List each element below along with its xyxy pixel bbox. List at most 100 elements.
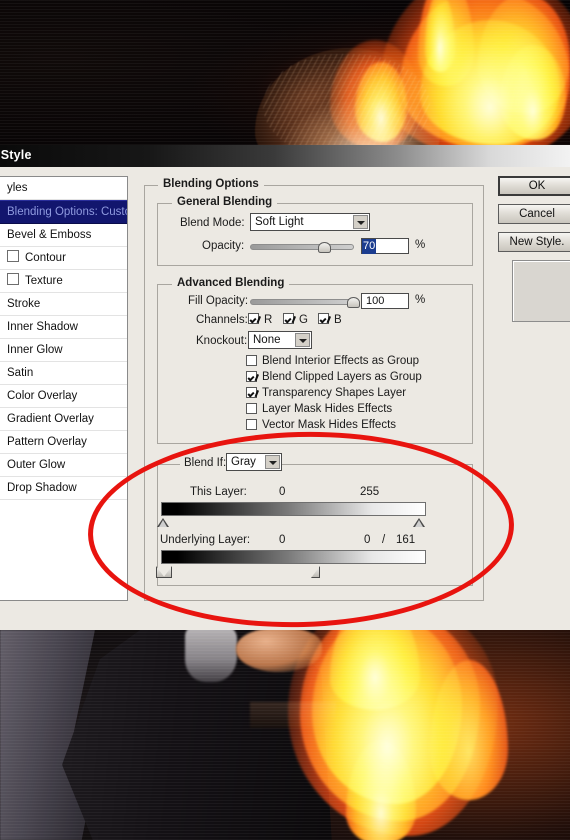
opacity-value: 70: [362, 239, 377, 254]
styles-list[interactable]: yles Blending Options: Custom Bevel & Em…: [0, 176, 128, 601]
channel-b-label: B: [334, 314, 342, 326]
screenshot-root: r Style yles Blending Options: Custom Be…: [0, 0, 570, 840]
knockout-label: Knockout:: [196, 335, 248, 347]
underlying-layer-label: Underlying Layer:: [160, 534, 251, 546]
this-layer-black-slider[interactable]: [157, 518, 169, 527]
blend-clipped-layers-label: Blend Clipped Layers as Group: [262, 371, 422, 383]
transparency-shapes-layer-checkbox[interactable]: [246, 387, 257, 398]
blend-mode-select[interactable]: Soft Light: [250, 213, 370, 231]
sidebar-item-pattern-overlay[interactable]: Pattern Overlay: [0, 431, 127, 454]
layer-mask-hides-effects-checkbox[interactable]: [246, 403, 257, 414]
underlying-layer-max-right: 161: [396, 534, 416, 546]
sidebar-item-label: Inner Shadow: [7, 321, 78, 333]
sidebar-item-label: Satin: [7, 367, 34, 379]
contour-checkbox[interactable]: [7, 250, 19, 262]
blend-if-label: Blend If:: [180, 457, 231, 469]
underlying-layer-max-left: 0: [364, 534, 371, 546]
layer-style-dialog: r Style yles Blending Options: Custom Be…: [0, 145, 570, 630]
channel-r-checkbox[interactable]: [248, 313, 259, 324]
dialog-button-column: OK Cancel New Style. Preview: [498, 176, 570, 601]
this-layer-ramp[interactable]: [161, 502, 426, 516]
opacity-label: Opacity:: [202, 240, 245, 252]
new-style-button[interactable]: New Style.: [498, 232, 570, 252]
sidebar-item-texture[interactable]: Texture: [0, 270, 127, 293]
blend-if-select[interactable]: Gray: [226, 453, 282, 471]
channel-g-label: G: [299, 314, 308, 326]
this-layer-max: 255: [360, 486, 380, 498]
fill-opacity-value: 100: [366, 295, 385, 307]
opacity-input[interactable]: 70: [361, 238, 409, 254]
underlying-layer-ramp[interactable]: [161, 550, 426, 564]
chevron-down-icon[interactable]: [265, 455, 280, 469]
sidebar-item-styles[interactable]: yles: [0, 177, 127, 200]
this-layer-label: This Layer:: [190, 486, 247, 498]
sidebar-item-gradient-overlay[interactable]: Gradient Overlay: [0, 408, 127, 431]
fill-opacity-unit: %: [415, 294, 426, 306]
dialog-title: r Style: [0, 148, 32, 162]
sidebar-item-label: Inner Glow: [7, 344, 63, 356]
sidebar-item-label: Drop Shadow: [7, 482, 77, 494]
vector-mask-hides-effects-label: Vector Mask Hides Effects: [262, 419, 397, 431]
sidebar-item-blending-options[interactable]: Blending Options: Custom: [0, 200, 127, 224]
dialog-titlebar: r Style: [0, 145, 570, 167]
sidebar-item-label: Pattern Overlay: [7, 436, 87, 448]
sidebar-item-label: Blending Options: Custom: [7, 206, 127, 218]
general-blending-legend: General Blending: [172, 196, 278, 208]
vector-mask-hides-effects-checkbox[interactable]: [246, 419, 257, 430]
blend-mode-value: Soft Light: [255, 216, 304, 228]
fill-opacity-slider[interactable]: [250, 299, 354, 305]
preview-thumbnail: [512, 260, 570, 322]
bottom-photo-man-with-burning-arm: [0, 630, 570, 840]
blending-options-panel: Blending Options General Blending Blend …: [144, 176, 490, 601]
knockout-select[interactable]: None: [248, 331, 312, 349]
ok-button[interactable]: OK: [498, 176, 570, 196]
this-layer-min: 0: [279, 486, 286, 498]
sidebar-item-satin[interactable]: Satin: [0, 362, 127, 385]
fill-opacity-slider-thumb[interactable]: [347, 297, 360, 308]
top-photo-man-with-flames: [0, 0, 570, 145]
channel-b-checkbox[interactable]: [318, 313, 329, 324]
knockout-value: None: [253, 334, 281, 346]
fill-opacity-input[interactable]: 100: [361, 293, 409, 309]
sidebar-item-outer-glow[interactable]: Outer Glow: [0, 454, 127, 477]
sidebar-item-contour[interactable]: Contour: [0, 247, 127, 270]
opacity-unit: %: [415, 239, 426, 251]
underlying-layer-min: 0: [279, 534, 286, 546]
blend-clipped-layers-checkbox[interactable]: [246, 371, 257, 382]
opacity-slider[interactable]: [250, 244, 354, 250]
cancel-button[interactable]: Cancel: [498, 204, 570, 224]
channel-r-label: R: [264, 314, 273, 326]
sidebar-item-stroke[interactable]: Stroke: [0, 293, 127, 316]
sidebar-item-label: Contour: [25, 252, 66, 264]
blend-mode-label: Blend Mode:: [180, 217, 245, 229]
channel-g-checkbox[interactable]: [283, 313, 294, 324]
blend-interior-effects-label: Blend Interior Effects as Group: [262, 355, 420, 367]
layer-mask-hides-effects-label: Layer Mask Hides Effects: [262, 403, 393, 415]
advanced-blending-legend: Advanced Blending: [172, 277, 290, 289]
chevron-down-icon[interactable]: [295, 333, 310, 347]
opacity-slider-thumb[interactable]: [318, 242, 331, 253]
blend-if-group: [157, 464, 473, 586]
sidebar-item-label: Stroke: [7, 298, 41, 310]
blend-interior-effects-checkbox[interactable]: [246, 355, 257, 366]
chevron-down-icon[interactable]: [353, 215, 368, 229]
blend-if-value: Gray: [231, 456, 256, 468]
sidebar-item-label: yles: [7, 182, 28, 194]
sidebar-item-label: Bevel & Emboss: [7, 229, 92, 241]
sidebar-item-label: Outer Glow: [7, 459, 66, 471]
texture-checkbox[interactable]: [7, 273, 19, 285]
blending-options-legend: Blending Options: [158, 178, 264, 190]
sidebar-item-drop-shadow[interactable]: Drop Shadow: [0, 477, 127, 500]
transparency-shapes-layer-label: Transparency Shapes Layer: [262, 387, 407, 399]
channels-label: Channels:: [196, 314, 248, 326]
underlying-layer-separator: /: [382, 534, 386, 546]
fill-opacity-label: Fill Opacity:: [188, 295, 249, 307]
sidebar-item-inner-glow[interactable]: Inner Glow: [0, 339, 127, 362]
sidebar-item-label: Gradient Overlay: [7, 413, 94, 425]
sidebar-item-color-overlay[interactable]: Color Overlay: [0, 385, 127, 408]
sidebar-item-label: Texture: [25, 275, 63, 287]
sidebar-item-bevel-emboss[interactable]: Bevel & Emboss: [0, 224, 127, 247]
this-layer-white-slider[interactable]: [413, 518, 425, 527]
sidebar-item-inner-shadow[interactable]: Inner Shadow: [0, 316, 127, 339]
sidebar-item-label: Color Overlay: [7, 390, 78, 402]
